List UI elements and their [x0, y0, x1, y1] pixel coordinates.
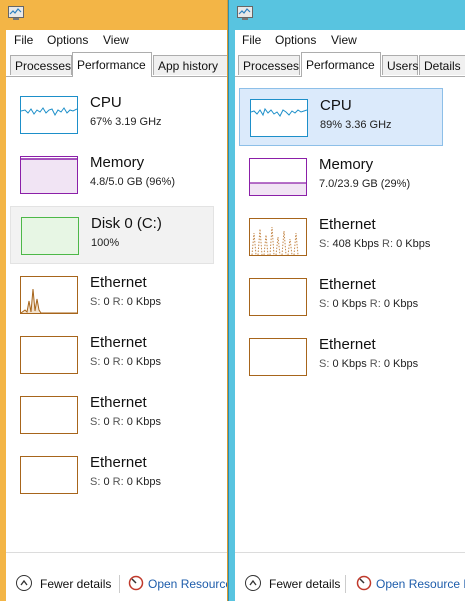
- tab-performance[interactable]: Performance: [72, 52, 152, 77]
- disk-detail: 100%: [91, 237, 120, 249]
- ethernet-label: Ethernet: [319, 336, 376, 353]
- ethernet-graph: [249, 218, 307, 256]
- tab-strip: Processes Performance Users Details: [235, 52, 465, 77]
- collapse-chevron-icon: [245, 575, 261, 591]
- perf-item-ethernet[interactable]: Ethernet S: 0 R: 0 Kbps: [10, 446, 214, 504]
- ethernet-label: Ethernet: [319, 216, 376, 233]
- tab-processes[interactable]: Processes: [10, 55, 72, 75]
- menu-file[interactable]: File: [14, 33, 33, 47]
- tab-app-history[interactable]: App history: [153, 55, 227, 75]
- tab-processes[interactable]: Processes: [238, 55, 300, 75]
- footer-bar: Fewer details Open Resource: [6, 552, 227, 601]
- ethernet-graph: [20, 396, 78, 434]
- ethernet-label: Ethernet: [90, 274, 147, 291]
- ethernet-graph: [20, 456, 78, 494]
- disk-label: Disk 0 (C:): [91, 215, 162, 232]
- menu-view[interactable]: View: [331, 33, 357, 47]
- ethernet-label: Ethernet: [90, 334, 147, 351]
- memory-graph: [20, 156, 78, 194]
- menu-view[interactable]: View: [103, 33, 129, 47]
- perf-item-ethernet[interactable]: Ethernet S: 0 R: 0 Kbps: [10, 386, 214, 444]
- cpu-graph: [250, 99, 308, 137]
- menu-bar: File Options View: [6, 30, 227, 50]
- menu-bar: File Options View: [235, 30, 465, 50]
- memory-label: Memory: [319, 156, 374, 173]
- perf-item-cpu[interactable]: CPU 67% 3.19 GHz: [10, 86, 214, 144]
- footer-divider: [345, 575, 346, 593]
- tab-details[interactable]: Details: [419, 55, 465, 75]
- ethernet-label: Ethernet: [319, 276, 376, 293]
- menu-options[interactable]: Options: [275, 33, 316, 47]
- memory-graph: [249, 158, 307, 196]
- cpu-label: CPU: [90, 94, 122, 111]
- menu-file[interactable]: File: [242, 33, 261, 47]
- open-resource-monitor-label: Open Resource: [148, 577, 228, 591]
- ethernet-graph: [20, 336, 78, 374]
- cpu-graph: [20, 96, 78, 134]
- open-resource-monitor-link[interactable]: Open Resource: [128, 575, 228, 591]
- perf-item-ethernet[interactable]: Ethernet S: 0 Kbps R: 0 Kbps: [239, 268, 443, 326]
- perf-item-memory[interactable]: Memory 4.8/5.0 GB (96%): [10, 146, 214, 204]
- task-manager-icon: [8, 6, 24, 20]
- ethernet-detail: S: 408 Kbps R: 0 Kbps: [319, 238, 431, 250]
- perf-item-ethernet[interactable]: Ethernet S: 408 Kbps R: 0 Kbps: [239, 208, 443, 266]
- perf-item-ethernet[interactable]: Ethernet S: 0 R: 0 Kbps: [10, 266, 214, 324]
- resource-monitor-icon: [356, 575, 372, 591]
- cpu-detail: 89% 3.36 GHz: [320, 119, 392, 131]
- title-bar[interactable]: [0, 0, 227, 28]
- ethernet-label: Ethernet: [90, 394, 147, 411]
- ethernet-graph: [249, 338, 307, 376]
- footer-divider: [119, 575, 120, 593]
- memory-detail: 4.8/5.0 GB (96%): [90, 176, 175, 188]
- ethernet-detail: S: 0 R: 0 Kbps: [90, 416, 161, 428]
- ethernet-label: Ethernet: [90, 454, 147, 471]
- window-client: File Options View Processes Performance …: [6, 30, 227, 601]
- performance-list: CPU 89% 3.36 GHz Memory 7.0/23.9 GB (29%…: [235, 77, 465, 553]
- footer-bar: Fewer details Open Resource M: [235, 552, 465, 601]
- fewer-details-label: Fewer details: [269, 577, 341, 591]
- ethernet-detail: S: 0 R: 0 Kbps: [90, 356, 161, 368]
- task-manager-icon: [237, 6, 253, 20]
- ethernet-graph: [20, 276, 78, 314]
- task-manager-window-left: File Options View Processes Performance …: [0, 0, 228, 601]
- memory-label: Memory: [90, 154, 145, 171]
- task-manager-window-right: File Options View Processes Performance …: [228, 0, 465, 601]
- cpu-label: CPU: [320, 97, 352, 114]
- ethernet-detail: S: 0 R: 0 Kbps: [90, 296, 161, 308]
- cpu-detail: 67% 3.19 GHz: [90, 116, 162, 128]
- tab-strip: Processes Performance App history: [6, 52, 227, 77]
- perf-item-disk[interactable]: Disk 0 (C:) 100%: [10, 206, 214, 264]
- memory-detail: 7.0/23.9 GB (29%): [319, 178, 411, 190]
- disk-graph: [21, 217, 79, 255]
- perf-item-ethernet[interactable]: Ethernet S: 0 R: 0 Kbps: [10, 326, 214, 384]
- ethernet-graph: [249, 278, 307, 316]
- ethernet-detail: S: 0 Kbps R: 0 Kbps: [319, 298, 419, 310]
- perf-item-cpu[interactable]: CPU 89% 3.36 GHz: [239, 88, 443, 146]
- tab-performance[interactable]: Performance: [301, 52, 381, 77]
- perf-item-ethernet[interactable]: Ethernet S: 0 Kbps R: 0 Kbps: [239, 328, 443, 386]
- menu-options[interactable]: Options: [47, 33, 88, 47]
- collapse-chevron-icon: [16, 575, 32, 591]
- ethernet-detail: S: 0 R: 0 Kbps: [90, 476, 161, 488]
- title-bar[interactable]: [229, 0, 465, 28]
- window-client: File Options View Processes Performance …: [235, 30, 465, 601]
- performance-list: CPU 67% 3.19 GHz Memory 4.8/5.0 GB (96%): [6, 77, 227, 553]
- open-resource-monitor-label: Open Resource M: [376, 577, 465, 591]
- ethernet-detail: S: 0 Kbps R: 0 Kbps: [319, 358, 419, 370]
- resource-monitor-icon: [128, 575, 144, 591]
- fewer-details-label: Fewer details: [40, 577, 112, 591]
- open-resource-monitor-link[interactable]: Open Resource M: [356, 575, 465, 591]
- tab-users[interactable]: Users: [382, 55, 418, 75]
- perf-item-memory[interactable]: Memory 7.0/23.9 GB (29%): [239, 148, 443, 206]
